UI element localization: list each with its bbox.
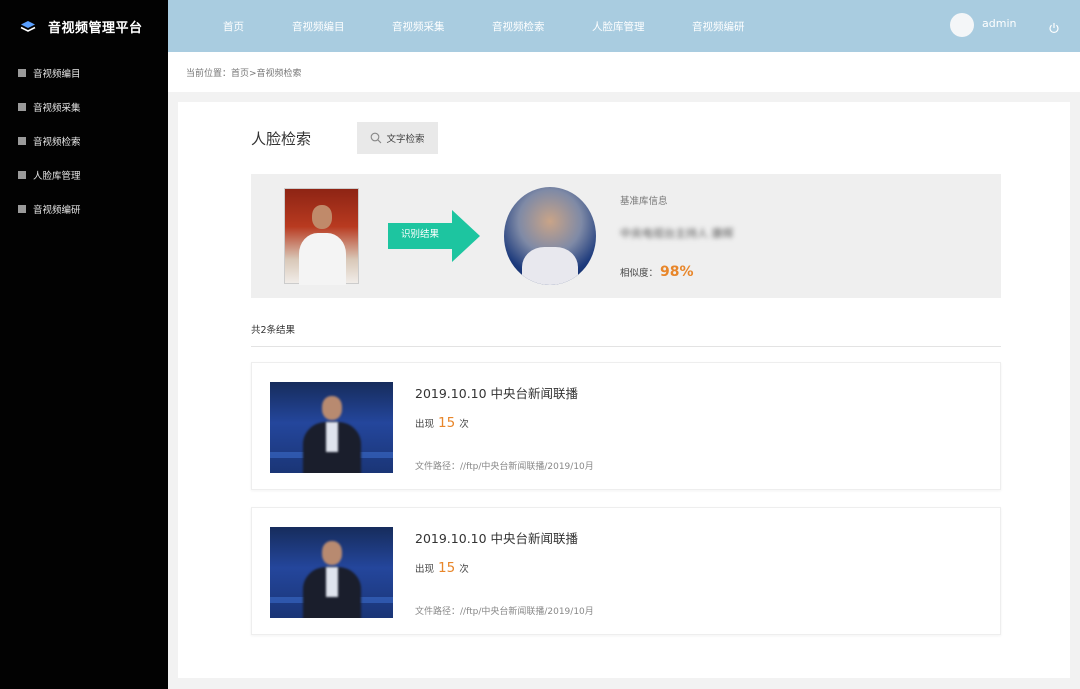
video-thumbnail[interactable] xyxy=(270,527,393,618)
breadcrumb-bar: 当前位置：首页>音视频检索 xyxy=(168,52,1080,92)
file-path: 文件路径：//ftp/中央台新闻联播/2019/10月 xyxy=(415,462,594,472)
count-suffix: 次 xyxy=(459,564,469,575)
sidebar-item-research[interactable]: 音视频编研 xyxy=(0,192,168,226)
square-bullet-icon xyxy=(18,69,26,77)
result-arrow: 识别结果 xyxy=(388,210,480,262)
result-title[interactable]: 2019.10.10 中央台新闻联播 xyxy=(415,528,578,547)
brand[interactable]: 音视频管理平台 xyxy=(0,0,168,52)
result-card[interactable]: 2019.10.10 中央台新闻联播 出现 15 次 文件路径：//ftp/中央台新… xyxy=(251,362,1001,490)
nav-research[interactable]: 音视频编研 xyxy=(692,0,745,52)
count-prefix: 出现 xyxy=(415,564,435,575)
nav-search[interactable]: 音视频检索 xyxy=(492,0,545,52)
query-face-photo xyxy=(284,188,359,285)
square-bullet-icon xyxy=(18,103,26,111)
nav-face-library[interactable]: 人脸库管理 xyxy=(592,0,645,52)
count-value: 15 xyxy=(438,415,456,431)
username[interactable]: admin xyxy=(982,17,1016,30)
sidebar-item-catalog[interactable]: 音视频编目 xyxy=(0,56,168,90)
sidebar-item-label: 人脸库管理 xyxy=(33,171,81,182)
layers-icon xyxy=(20,19,36,33)
appearance-count: 出现 15 次 xyxy=(415,415,469,431)
page-title: 人脸检索 xyxy=(251,130,312,148)
sidebar-item-label: 音视频编研 xyxy=(33,205,81,216)
recognition-result: 识别结果 基准库信息 中央电视台主持人 康辉 相似度： 98% xyxy=(251,174,1001,298)
sidebar-item-label: 音视频检索 xyxy=(33,137,81,148)
count-prefix: 出现 xyxy=(415,419,435,430)
nav-collection[interactable]: 音视频采集 xyxy=(392,0,445,52)
nav-catalog[interactable]: 音视频编目 xyxy=(292,0,345,52)
result-count: 共2条结果 xyxy=(251,325,296,336)
top-navbar: 首页 音视频编目 音视频采集 音视频检索 人脸库管理 音视频编研 admin xyxy=(168,0,1080,52)
info-label: 基准库信息 xyxy=(620,196,668,207)
search-icon xyxy=(371,132,382,144)
count-suffix: 次 xyxy=(459,419,469,430)
text-search-label: 文字检索 xyxy=(386,134,425,145)
info-name: 中央电视台主持人 康辉 xyxy=(620,227,734,240)
video-thumbnail[interactable] xyxy=(270,382,393,473)
nav-home[interactable]: 首页 xyxy=(223,0,244,52)
square-bullet-icon xyxy=(18,171,26,179)
divider xyxy=(251,346,1001,347)
sidebar-item-collection[interactable]: 音视频采集 xyxy=(0,90,168,124)
avatar[interactable] xyxy=(950,13,974,37)
sidebar-item-face-library[interactable]: 人脸库管理 xyxy=(0,158,168,192)
power-icon[interactable] xyxy=(1048,19,1060,33)
sidebar-item-search[interactable]: 音视频检索 xyxy=(0,124,168,158)
main-panel: 人脸检索 文字检索 识别结果 基准库信息 中央电视台主持人 康辉 相似度： 98%… xyxy=(178,102,1070,678)
sidebar-item-label: 音视频采集 xyxy=(33,103,81,114)
file-path: 文件路径：//ftp/中央台新闻联播/2019/10月 xyxy=(415,607,594,617)
sidebar-menu: 音视频编目 音视频采集 音视频检索 人脸库管理 音视频编研 xyxy=(0,56,168,226)
count-value: 15 xyxy=(438,560,456,576)
sidebar-item-label: 音视频编目 xyxy=(33,69,81,80)
result-card[interactable]: 2019.10.10 中央台新闻联播 出现 15 次 文件路径：//ftp/中央台新… xyxy=(251,507,1001,635)
similarity-label: 相似度： xyxy=(620,268,659,279)
similarity-value: 98% xyxy=(660,264,694,280)
text-search-button[interactable]: 文字检索 xyxy=(357,122,438,154)
result-title[interactable]: 2019.10.10 中央台新闻联播 xyxy=(415,383,578,402)
square-bullet-icon xyxy=(18,205,26,213)
similarity: 相似度： 98% xyxy=(620,264,694,280)
matched-face-photo xyxy=(504,187,596,285)
sidebar: 音视频管理平台 音视频编目 音视频采集 音视频检索 人脸库管理 音视频编研 xyxy=(0,0,168,689)
arrow-label: 识别结果 xyxy=(400,229,439,240)
square-bullet-icon xyxy=(18,137,26,145)
breadcrumb: 当前位置：首页>音视频检索 xyxy=(186,69,302,79)
app-title: 音视频管理平台 xyxy=(48,20,143,36)
appearance-count: 出现 15 次 xyxy=(415,560,469,576)
